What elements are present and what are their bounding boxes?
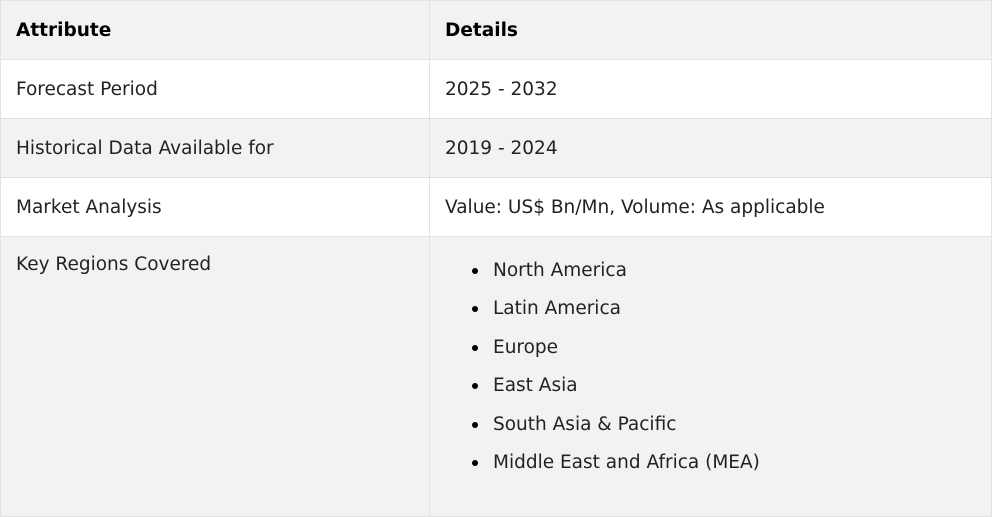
list-item: North America [472, 258, 976, 296]
table-row: Historical Data Available for 2019 - 202… [0, 118, 992, 178]
table-header-row: Attribute Details [0, 0, 992, 60]
header-details: Details [429, 0, 992, 60]
row-forecast-period-attribute: Forecast Period [0, 59, 430, 119]
region-label: Europe [493, 336, 559, 358]
region-label: East Asia [493, 375, 578, 397]
row-key-regions-attribute-cell: Key Regions Covered [0, 236, 430, 517]
list-item: Latin America [472, 296, 976, 334]
row-key-regions-attribute: Key Regions Covered [16, 254, 212, 275]
table-row: Market Analysis Value: US$ Bn/Mn, Volume… [0, 177, 992, 237]
bullet-icon [472, 421, 478, 428]
attribute-details-table: Attribute Details Forecast Period 2025 -… [0, 0, 992, 517]
list-item: East Asia [472, 373, 976, 411]
row-historical-data-details: 2019 - 2024 [429, 118, 992, 178]
region-label: Latin America [493, 298, 621, 320]
bullet-icon [472, 383, 478, 390]
list-item: Middle East and Africa (MEA) [472, 450, 976, 488]
bullet-icon [472, 268, 478, 274]
bullet-icon [472, 344, 478, 351]
bullet-icon [472, 459, 478, 466]
row-market-analysis-attribute: Market Analysis [0, 177, 430, 237]
header-attribute: Attribute [0, 0, 430, 60]
region-label: South Asia & Pacific [493, 413, 677, 435]
region-label: Middle East and Africa (MEA) [493, 451, 760, 473]
region-label: North America [493, 260, 627, 281]
row-forecast-period-details: 2025 - 2032 [429, 59, 992, 119]
bullet-icon [472, 306, 478, 313]
row-key-regions-details: North America Latin America Europe East … [429, 236, 992, 517]
row-historical-data-attribute: Historical Data Available for [0, 118, 430, 178]
table-row-key-regions: Key Regions Covered North America Latin … [0, 236, 992, 517]
list-item: Europe [472, 335, 976, 373]
list-item: South Asia & Pacific [472, 412, 976, 450]
regions-list: North America Latin America Europe East … [445, 237, 976, 488]
table-row: Forecast Period 2025 - 2032 [0, 59, 992, 119]
row-market-analysis-details: Value: US$ Bn/Mn, Volume: As applicable [429, 177, 992, 237]
